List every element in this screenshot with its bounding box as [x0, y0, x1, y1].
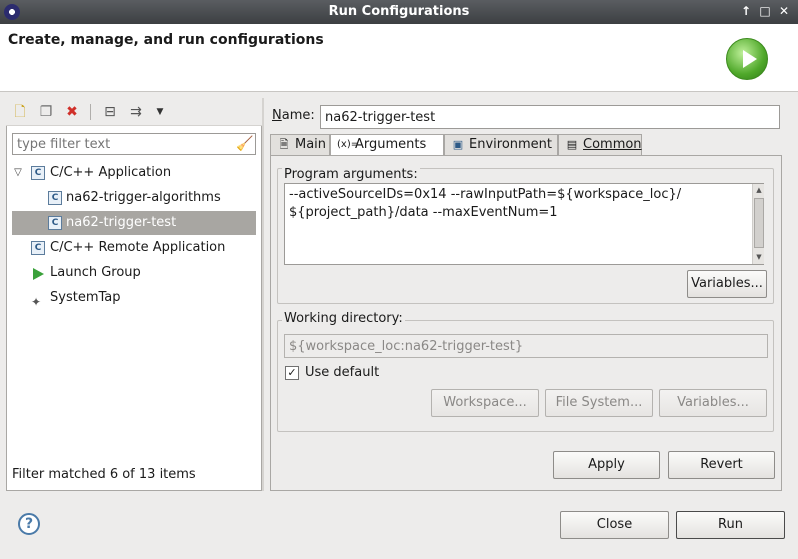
tab-common[interactable]: ▤ Common [558, 134, 642, 156]
tree-item-label: C/C++ Application [50, 165, 172, 180]
arguments-scrollbar[interactable]: ▲ ▼ [752, 184, 764, 264]
run-banner-icon [726, 38, 768, 80]
tab-main[interactable]: 🗎 Main [270, 134, 330, 156]
toolbar-separator [90, 104, 91, 120]
scroll-up-icon[interactable]: ▲ [753, 184, 765, 196]
tree-item-label: C/C++ Remote Application [50, 240, 226, 255]
tree-item-label: SystemTap [50, 290, 121, 305]
filter-input[interactable] [12, 133, 256, 155]
tree-item-c-cpp-remote-application[interactable]: C C/C++ Remote Application [12, 236, 256, 260]
variables-button[interactable]: Variables... [687, 270, 767, 298]
tree-item-label: na62-trigger-algorithms [66, 190, 221, 205]
c-app-icon: C [31, 166, 45, 180]
launch-group-icon [33, 268, 44, 280]
working-directory-field[interactable] [284, 334, 768, 358]
c-app-icon: C [31, 241, 45, 255]
window-maximize-button[interactable]: □ [757, 3, 773, 19]
tree-item-launch-group[interactable]: Launch Group [12, 261, 256, 285]
file-system-button[interactable]: File System... [545, 389, 653, 417]
view-menu-icon[interactable]: ▼ [152, 104, 168, 120]
tree-item-c-cpp-application[interactable]: ▽ C C/C++ Application [12, 161, 256, 185]
window-up-button[interactable]: ↑ [738, 3, 754, 19]
expand-toggle-icon[interactable]: ▽ [12, 161, 24, 185]
revert-button[interactable]: Revert [668, 451, 775, 479]
scroll-down-icon[interactable]: ▼ [753, 251, 765, 263]
tree-item-na62-trigger-algorithms[interactable]: C na62-trigger-algorithms [12, 186, 256, 210]
collapse-all-icon[interactable]: ⊟ [102, 104, 118, 120]
close-button[interactable]: Close [560, 511, 669, 539]
pane-sash[interactable] [262, 98, 264, 491]
tree-item-label: Launch Group [50, 265, 141, 280]
tree-item-label: na62-trigger-test [66, 215, 177, 230]
working-dir-variables-button[interactable]: Variables... [659, 389, 767, 417]
c-config-icon: C [48, 216, 62, 230]
filter-status-text: Filter matched 6 of 13 items [12, 467, 196, 482]
window-close-button[interactable]: ✕ [776, 3, 792, 19]
name-label: Name: [272, 108, 315, 123]
program-arguments-label: Program arguments: [282, 167, 420, 182]
c-config-icon: C [48, 191, 62, 205]
name-input[interactable] [320, 105, 780, 129]
new-config-icon[interactable]: 🗋 [12, 104, 28, 120]
tree-item-na62-trigger-test[interactable]: C na62-trigger-test [12, 211, 256, 235]
window-title: Run Configurations [328, 4, 470, 19]
main-tab-icon: 🗎 [279, 138, 289, 151]
arguments-tab-icon: (x)= [337, 139, 360, 150]
help-icon[interactable]: ? [18, 513, 40, 535]
environment-tab-icon: ▣ [452, 138, 464, 151]
use-default-label: Use default [305, 365, 380, 380]
delete-icon[interactable]: ✖ [64, 104, 80, 120]
program-arguments-textarea[interactable]: --activeSourceIDs=0x14 --rawInputPath=${… [284, 183, 764, 265]
dialog-header-title: Create, manage, and run configurations [8, 32, 324, 48]
configuration-toolbar: 🗋 ❐ ✖ ⊟ ⇉ ▼ [6, 98, 262, 126]
apply-button[interactable]: Apply [553, 451, 660, 479]
workspace-button[interactable]: Workspace... [431, 389, 539, 417]
filter-icon[interactable]: ⇉ [128, 104, 144, 120]
working-directory-label: Working directory: [282, 311, 405, 326]
use-default-checkbox[interactable]: ✓ [285, 366, 299, 380]
duplicate-icon[interactable]: ❐ [38, 104, 54, 120]
clear-filter-icon[interactable]: 🧹 [236, 136, 253, 152]
run-button[interactable]: Run [676, 511, 785, 539]
systemtap-icon: ✦ [31, 295, 42, 309]
scroll-thumb[interactable] [754, 198, 764, 248]
tab-arguments[interactable]: (x)= Arguments [330, 134, 444, 157]
title-bar: Run Configurations ↑ □ ✕ [0, 0, 798, 24]
dialog-header: Create, manage, and run configurations [0, 24, 798, 92]
config-tabs: 🗎 Main (x)= Arguments ▣ Environment ▤ Co… [270, 134, 782, 157]
tree-item-systemtap[interactable]: ✦ SystemTap [12, 286, 256, 310]
common-tab-icon: ▤ [566, 138, 578, 151]
tab-environment[interactable]: ▣ Environment [444, 134, 558, 156]
